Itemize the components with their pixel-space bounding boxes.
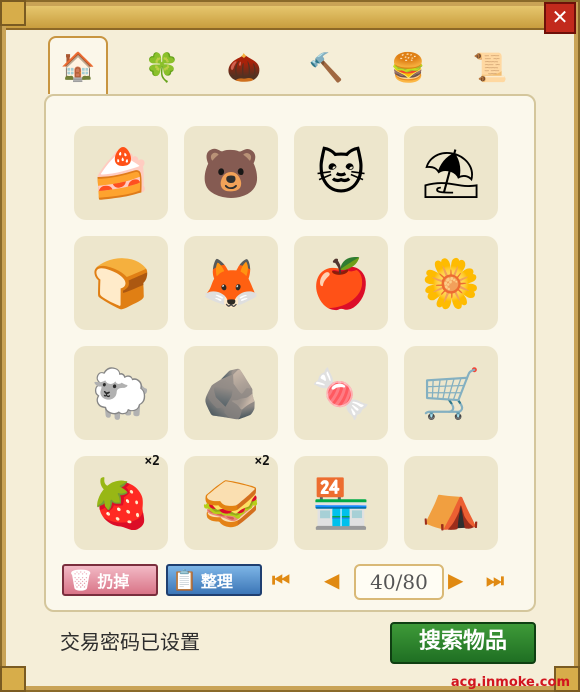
item-slot[interactable]: 🐑 bbox=[74, 346, 168, 440]
last-page-icon[interactable]: ⏭ bbox=[486, 568, 504, 592]
inventory-toolbar: 🗑 扔掉 📋 整理 ⏮ ◀ 40/80 ▶ ⏭ bbox=[62, 562, 528, 600]
white-cat-icon: 🐱 bbox=[315, 145, 367, 201]
item-slot[interactable]: 🍓 ×2 bbox=[74, 454, 168, 550]
house-icon: 🏠 bbox=[60, 49, 96, 83]
item-slot[interactable]: 🍎 bbox=[294, 236, 388, 330]
sort-label: 整理 bbox=[200, 572, 233, 591]
close-button[interactable]: ✕ bbox=[544, 2, 576, 34]
item-grid: 🍰 🐻 🐱 ⛱ 🍞 🦊 🍎 🌼 🐑 🪨 🍬 🛒 🍓 ×2 🥪 ×2 🏪 ⛺ bbox=[74, 126, 498, 550]
sleeping-cat-icon: 🦊 bbox=[201, 255, 261, 312]
tab-materials[interactable]: 📜 bbox=[462, 40, 518, 94]
title-bar bbox=[6, 6, 574, 30]
item-slot[interactable]: 🏪 bbox=[294, 456, 388, 550]
item-slot[interactable]: 🥪 ×2 bbox=[184, 454, 278, 550]
market-stall-icon: 🏪 bbox=[311, 475, 371, 532]
trash-can-icon: 🗑 bbox=[68, 568, 94, 592]
sandwich-plate-icon: 🥪 bbox=[201, 475, 261, 532]
sort-button[interactable]: 📋 整理 bbox=[166, 564, 262, 596]
candy-icon: 🍬 bbox=[311, 365, 371, 422]
pink-rock-icon: 🪨 bbox=[201, 365, 261, 422]
item-slot[interactable]: 🐱 bbox=[294, 126, 388, 220]
item-slot[interactable]: 🪨 bbox=[184, 346, 278, 440]
clipboard-icon: 📋 bbox=[172, 568, 197, 592]
discard-button[interactable]: 🗑 扔掉 bbox=[62, 564, 158, 596]
discard-label: 扔掉 bbox=[97, 572, 130, 591]
item-slot[interactable]: ⛱ bbox=[404, 126, 498, 220]
page-indicator: 40/80 bbox=[354, 564, 444, 600]
tent-icon: ⛺ bbox=[421, 475, 481, 532]
inventory-panel: 🍰 🐻 🐱 ⛱ 🍞 🦊 🍎 🌼 🐑 🪨 🍬 🛒 🍓 ×2 🥪 ×2 🏪 ⛺ bbox=[44, 94, 536, 612]
item-slot[interactable]: 🐻 bbox=[184, 126, 278, 220]
tab-food[interactable]: 🍔 bbox=[380, 40, 436, 94]
item-slot[interactable]: 🍰 bbox=[74, 126, 168, 220]
parasol-table-icon: ⛱ bbox=[420, 145, 482, 202]
first-page-icon[interactable]: ⏮ bbox=[272, 568, 290, 592]
item-quantity: ×2 bbox=[144, 454, 160, 469]
burger-icon: 🍔 bbox=[390, 50, 426, 84]
tab-seeds[interactable]: 🌰 bbox=[216, 40, 272, 94]
corner-ornament bbox=[0, 666, 26, 692]
tab-tools[interactable]: 🔨 bbox=[298, 40, 354, 94]
coconut-icon: 🌰 bbox=[226, 50, 262, 84]
flower-planter-icon: 🌼 bbox=[421, 255, 481, 312]
strawberry-icon: 🍓 bbox=[91, 475, 151, 532]
bear-eating-icon: 🐻 bbox=[201, 145, 261, 202]
watermark: acg.inmoke.com bbox=[450, 675, 570, 690]
toast-icon: 🍞 bbox=[91, 255, 151, 312]
scroll-icon: 📜 bbox=[472, 50, 508, 84]
item-slot[interactable]: 🍬 bbox=[294, 346, 388, 440]
trade-password-status: 交易密码已设置 bbox=[60, 630, 200, 654]
hammer-icon: 🔨 bbox=[308, 50, 344, 84]
prev-page-icon[interactable]: ◀ bbox=[324, 568, 339, 592]
item-slot[interactable]: 🦊 bbox=[184, 236, 278, 330]
cash-register-icon: 🛒 bbox=[421, 365, 481, 422]
tab-home[interactable]: 🏠 bbox=[48, 36, 108, 94]
item-slot[interactable]: ⛺ bbox=[404, 456, 498, 550]
item-slot[interactable]: 🛒 bbox=[404, 346, 498, 440]
item-slot[interactable]: 🍞 bbox=[74, 236, 168, 330]
category-tabs: 🏠 🍀 🌰 🔨 🍔 📜 bbox=[48, 36, 518, 94]
cake-slice-icon: 🍰 bbox=[91, 145, 151, 202]
fruit-pile-icon: 🍎 bbox=[311, 255, 371, 312]
next-page-icon[interactable]: ▶ bbox=[448, 568, 463, 592]
clover-icon: 🍀 bbox=[144, 50, 180, 84]
item-slot[interactable]: 🌼 bbox=[404, 236, 498, 330]
search-items-button[interactable]: 搜索物品 bbox=[390, 622, 536, 664]
tab-plants[interactable]: 🍀 bbox=[134, 40, 190, 94]
item-quantity: ×2 bbox=[254, 454, 270, 469]
sheep-leaf-icon: 🐑 bbox=[91, 365, 151, 422]
corner-ornament bbox=[0, 0, 26, 26]
